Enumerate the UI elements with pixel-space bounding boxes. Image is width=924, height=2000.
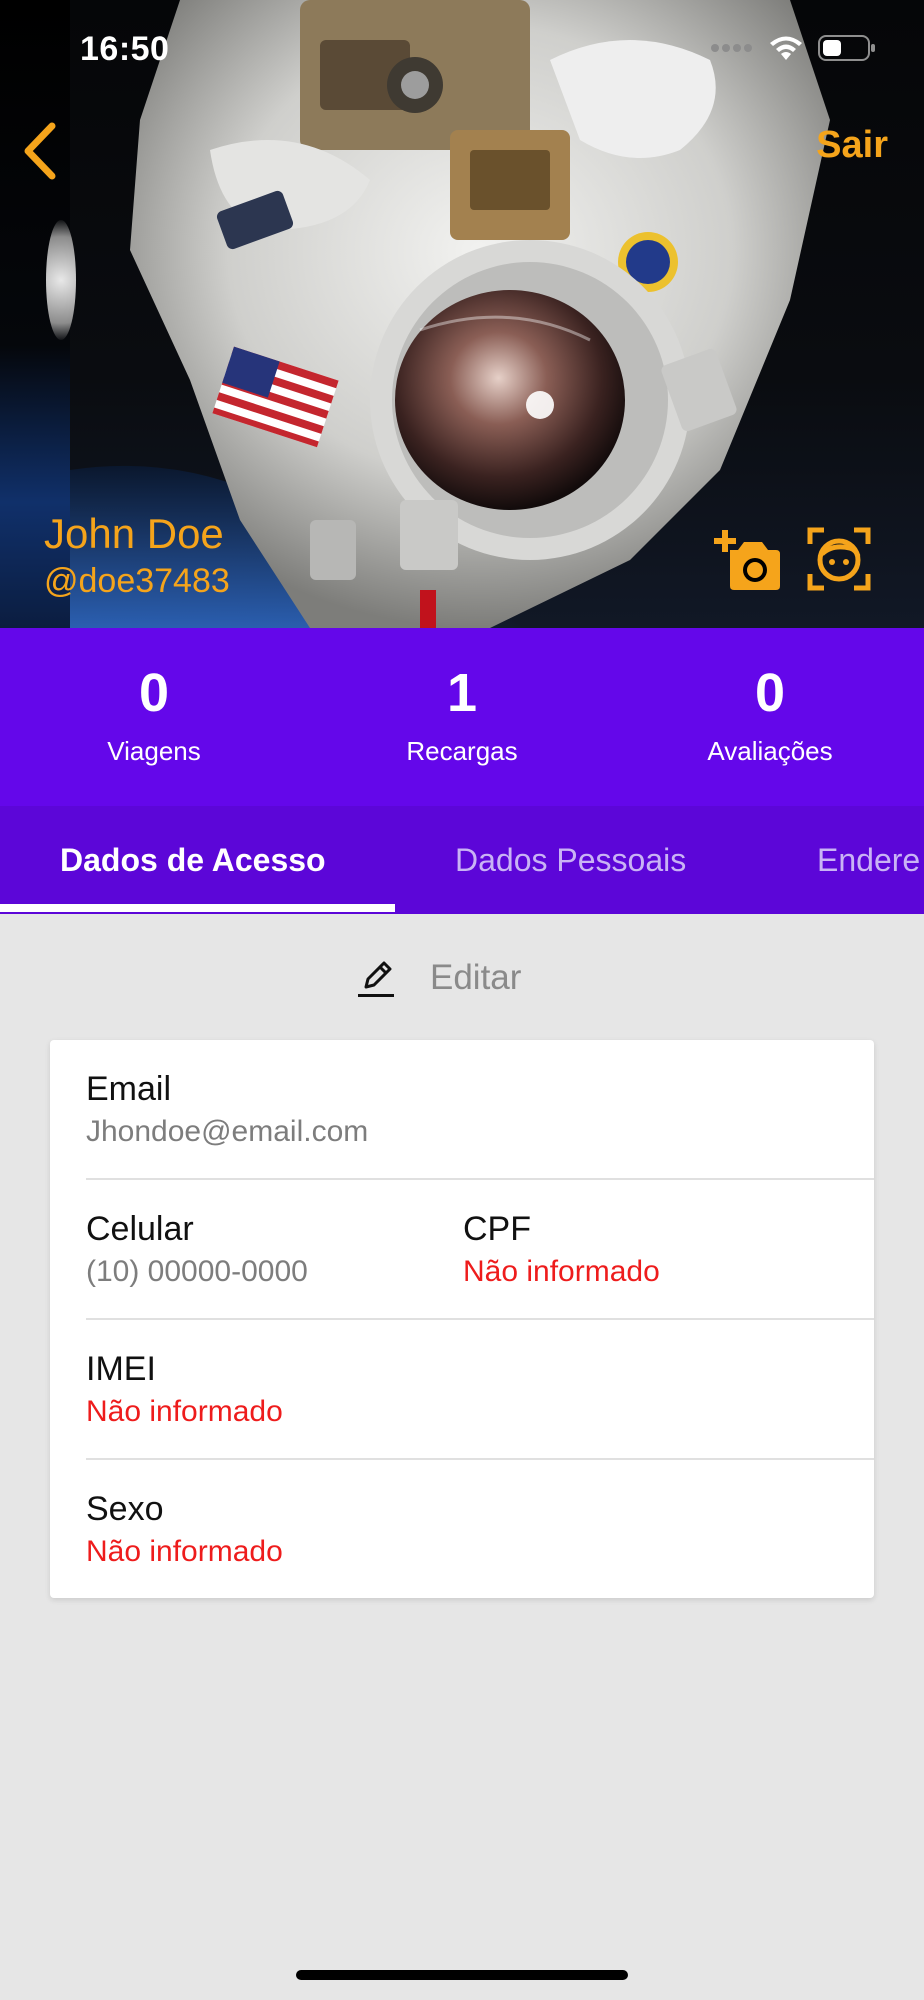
- access-data-card: Email Jhondoe@email.com Celular (10) 000…: [50, 1040, 874, 1598]
- phone-field: Celular (10) 00000-0000: [86, 1210, 308, 1289]
- stat-label: Viagens: [107, 736, 201, 766]
- tab-active-indicator: [0, 904, 395, 912]
- imei-field: IMEI Não informado: [86, 1350, 283, 1429]
- profile-name: John Doe: [44, 510, 224, 557]
- field-label: Celular: [86, 1210, 194, 1248]
- field-label: CPF: [463, 1210, 531, 1248]
- field-value: Não informado: [86, 1535, 283, 1568]
- battery-icon: [818, 35, 875, 61]
- add-photo-icon[interactable]: [712, 526, 782, 592]
- home-indicator: [296, 1970, 628, 1980]
- field-label: IMEI: [86, 1350, 156, 1388]
- phone-cpf-row: Celular (10) 00000-0000 CPF Não informad…: [50, 1180, 874, 1320]
- status-icons: [710, 34, 876, 62]
- exit-button[interactable]: Sair: [816, 124, 888, 167]
- stat-value: 0: [754, 663, 786, 723]
- back-chevron-icon[interactable]: [14, 118, 64, 184]
- field-value: Jhondoe@email.com: [86, 1115, 369, 1148]
- profile-tabs: Dados de Acesso Dados Pessoais Endere: [0, 806, 924, 914]
- stat-trips: 0 Viagens: [0, 628, 308, 806]
- stat-label: Recargas: [406, 736, 518, 766]
- stat-ratings: 0 Avaliações: [616, 628, 924, 806]
- edit-label: Editar: [430, 958, 522, 997]
- stat-value: 0: [138, 663, 170, 723]
- tab-personal-data[interactable]: Dados Pessoais: [455, 806, 686, 914]
- imei-row: IMEI Não informado: [50, 1320, 874, 1460]
- edit-button[interactable]: Editar: [356, 950, 521, 1006]
- field-value: Não informado: [86, 1395, 283, 1428]
- field-label: Email: [86, 1070, 172, 1108]
- profile-handle: @doe37483: [44, 562, 230, 600]
- tab-address[interactable]: Endere: [817, 806, 920, 914]
- status-time: 16:50: [80, 30, 170, 68]
- profile-cover-image: 16:50 Sair John Doe @doe37483: [0, 0, 924, 628]
- email-row: Email Jhondoe@email.com: [50, 1040, 874, 1180]
- status-bar: 16:50: [0, 0, 924, 100]
- stat-recharges: 1 Recargas: [308, 628, 616, 806]
- gender-row: Sexo Não informado: [50, 1460, 874, 1600]
- face-detection-icon[interactable]: [804, 526, 874, 592]
- signal-icon: [711, 44, 752, 52]
- field-value: Não informado: [463, 1255, 660, 1288]
- gender-field: Sexo Não informado: [86, 1490, 283, 1569]
- tab-access-data[interactable]: Dados de Acesso: [60, 806, 326, 914]
- field-value: (10) 00000-0000: [86, 1255, 308, 1288]
- stat-value: 1: [446, 663, 478, 723]
- stat-label: Avaliações: [707, 736, 833, 766]
- wifi-icon: [770, 36, 802, 60]
- stats-bar: 0 Viagens 1 Recargas 0 Avaliações: [0, 628, 924, 806]
- field-label: Sexo: [86, 1490, 164, 1528]
- cpf-field: CPF Não informado: [463, 1210, 660, 1289]
- email-field: Email Jhondoe@email.com: [86, 1070, 368, 1149]
- pencil-icon: [358, 961, 394, 997]
